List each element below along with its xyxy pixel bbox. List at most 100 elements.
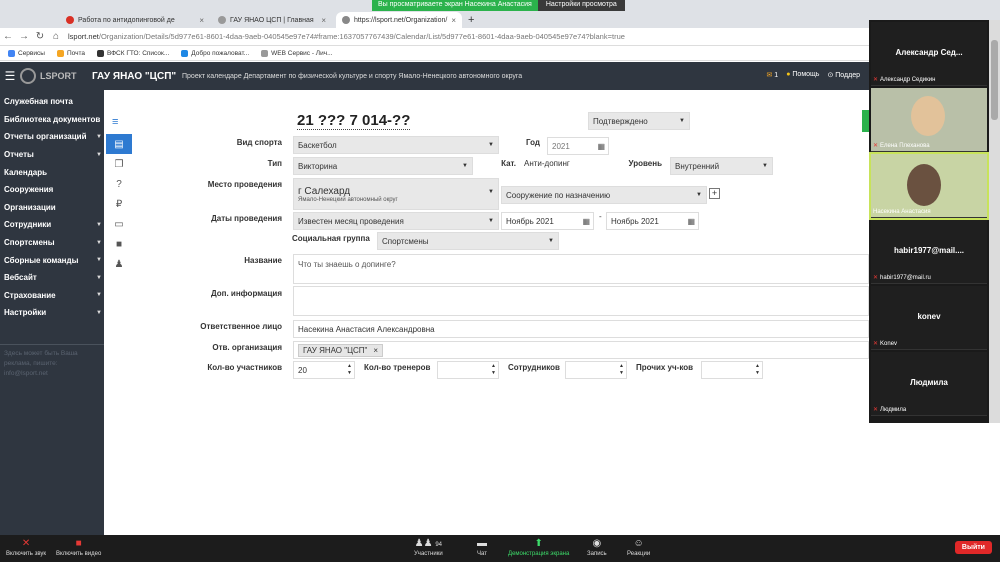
sidebar-item[interactable]: Библиотека документов bbox=[0, 111, 104, 129]
bookmark-services[interactable]: Сервисы bbox=[8, 49, 45, 57]
others-count-stepper[interactable]: ▲ ▼ bbox=[701, 361, 763, 379]
question-icon[interactable]: ? bbox=[106, 174, 132, 194]
scrollbar-thumb[interactable] bbox=[991, 40, 998, 120]
sidebar-item[interactable]: Страхование ▼ bbox=[0, 287, 104, 305]
browser-tab[interactable]: ГАУ ЯНАО ЦСП | Главная × bbox=[212, 12, 332, 28]
copy-icon[interactable]: ❐ bbox=[106, 154, 132, 174]
home-icon[interactable]: ⌂ bbox=[48, 31, 64, 42]
bookmark-welcome[interactable]: Добро пожаловат... bbox=[181, 49, 249, 57]
start-video-button[interactable]: ■ Включить видео bbox=[56, 538, 101, 557]
share-banner: Вы просматриваете экран Насекина Анастас… bbox=[372, 0, 625, 11]
close-tab-icon[interactable]: × bbox=[199, 16, 204, 25]
participant-tile[interactable]: Александр Сед... ✕ Александр Седикин bbox=[871, 22, 987, 86]
remove-tag-icon[interactable]: × bbox=[373, 346, 378, 355]
sidebar-item[interactable]: Сотрудники ▼ bbox=[0, 216, 104, 234]
sidebar-item[interactable]: Календарь bbox=[0, 163, 104, 181]
card-icon[interactable]: ▭ bbox=[106, 214, 132, 234]
sidebar-item[interactable]: Служебная почта bbox=[0, 93, 104, 111]
participants-count-stepper[interactable]: 20 ▲ ▼ bbox=[293, 361, 355, 379]
document-icon[interactable]: ▤ bbox=[106, 134, 132, 154]
help-button[interactable]: ● Помощь bbox=[786, 71, 819, 79]
sidebar-item[interactable]: Сборные команды ▼ bbox=[0, 251, 104, 269]
stepper-arrows-icon[interactable]: ▲ ▼ bbox=[491, 363, 496, 377]
muted-mic-icon: ✕ bbox=[21, 538, 31, 549]
stepper-arrows-icon[interactable]: ▲ ▼ bbox=[347, 363, 352, 377]
sport-select[interactable]: Баскетбол ▼ bbox=[293, 136, 499, 154]
video-icon[interactable]: ■ bbox=[106, 234, 132, 254]
sidebar-item[interactable]: Отчеты ▼ bbox=[0, 146, 104, 164]
new-tab-button[interactable]: + bbox=[462, 12, 478, 28]
view-options-button[interactable]: Настройки просмотра bbox=[537, 0, 625, 11]
place-select[interactable]: г Салехард Ямало-Ненецкий автономный окр… bbox=[293, 178, 499, 210]
mail-button[interactable]: ✉ 1 bbox=[766, 71, 778, 79]
responsible-person-field[interactable]: Насекина Анастасия Александровна bbox=[293, 320, 869, 338]
reload-icon[interactable]: ↻ bbox=[32, 31, 48, 42]
url-field[interactable]: lsport.net/Organization/Details/5d977e61… bbox=[68, 32, 625, 41]
year-field[interactable]: 2021 ▦ bbox=[547, 137, 609, 155]
leave-button[interactable]: Выйти bbox=[954, 541, 992, 554]
name-label: Название bbox=[244, 256, 282, 265]
sidebar-item[interactable]: Отчеты организаций ▼ bbox=[0, 128, 104, 146]
sidebar-item[interactable]: Вебсайт ▼ bbox=[0, 269, 104, 287]
level-select[interactable]: Внутренний ▼ bbox=[670, 157, 773, 175]
participant-tile[interactable]: konev ✕ Konev bbox=[871, 286, 987, 350]
responsible-org-field[interactable]: ГАУ ЯНАО "ЦСП" × bbox=[293, 341, 869, 359]
status-select[interactable]: Подтверждено ▼ bbox=[588, 112, 690, 130]
calendar-icon[interactable]: ▦ bbox=[687, 217, 695, 226]
extra-info-textarea[interactable] bbox=[293, 286, 869, 316]
participant-video-tile[interactable]: ✕ Елена Плеханова bbox=[871, 88, 987, 152]
reactions-button[interactable]: ☺ Реакции bbox=[627, 538, 650, 557]
participants-button[interactable]: ♟♟ 94 Участники bbox=[414, 538, 443, 557]
participant-tile[interactable]: habir1977@mail.... ✕ habir1977@mail.ru bbox=[871, 220, 987, 284]
close-tab-icon[interactable]: × bbox=[451, 16, 456, 25]
close-tab-icon[interactable]: × bbox=[321, 16, 326, 25]
add-facility-button[interactable]: + bbox=[709, 188, 720, 199]
bookmark-gto[interactable]: ВФСК ГТО: Список... bbox=[97, 49, 169, 57]
stepper-arrows-icon[interactable]: ▲ ▼ bbox=[619, 363, 624, 377]
browser-tab-active[interactable]: https://lsport.net/Organization/× bbox=[336, 12, 462, 28]
participant-video-tile-active[interactable]: Насекина Анастасия bbox=[869, 152, 989, 220]
user-settings-icon[interactable]: ♟ bbox=[106, 254, 132, 274]
logo[interactable]: LSPORT bbox=[20, 68, 92, 84]
sidebar-item[interactable]: Сооружения bbox=[0, 181, 104, 199]
sidebar-item[interactable]: Настройки ▼ bbox=[0, 304, 104, 322]
support-button[interactable]: ⊙ Поддер bbox=[827, 71, 860, 79]
share-screen-button[interactable]: ⬆ Демонстрация экрана bbox=[508, 538, 569, 557]
bookmark-mail[interactable]: Почта bbox=[56, 49, 85, 57]
type-select[interactable]: Викторина ▼ bbox=[293, 157, 473, 175]
participant-name: Людмила bbox=[910, 378, 948, 387]
sidebar-item[interactable]: Организации bbox=[0, 199, 104, 217]
trainers-count-label: Кол-во тренеров bbox=[364, 363, 431, 372]
back-icon[interactable]: ← bbox=[0, 31, 16, 42]
bookmark-web-service[interactable]: WEB Сервис - Лич... bbox=[261, 49, 333, 57]
chat-button[interactable]: ▬ Чат bbox=[477, 538, 487, 557]
record-button[interactable]: ◉ Запись bbox=[587, 538, 607, 557]
video-off-icon: ■ bbox=[75, 538, 82, 549]
menu-icon[interactable]: ☰ bbox=[0, 69, 20, 83]
forward-icon[interactable]: → bbox=[16, 31, 32, 42]
chevron-down-icon: ▼ bbox=[96, 221, 102, 228]
facility-select[interactable]: Сооружение по назначению ▼ bbox=[501, 186, 707, 204]
gto-icon bbox=[97, 49, 104, 57]
sidebar-item[interactable]: Спортсмены ▼ bbox=[0, 234, 104, 252]
social-group-select[interactable]: Спортсмены ▼ bbox=[377, 232, 559, 250]
calendar-icon[interactable]: ▦ bbox=[597, 142, 605, 151]
date-to-field[interactable]: Ноябрь 2021 ▦ bbox=[606, 212, 699, 230]
org-name[interactable]: ГАУ ЯНАО "ЦСП" bbox=[92, 71, 182, 82]
dates-mode-select[interactable]: Известен месяц проведения ▼ bbox=[293, 212, 499, 230]
logo-icon bbox=[20, 68, 36, 84]
browser-tab[interactable]: Работа по антидопинговой де × bbox=[60, 12, 210, 28]
trainers-count-stepper[interactable]: ▲ ▼ bbox=[437, 361, 499, 379]
org-tag: ГАУ ЯНАО "ЦСП" × bbox=[298, 343, 384, 357]
ruble-icon[interactable]: ₽ bbox=[106, 194, 132, 214]
participant-tile[interactable]: Людмила ✕ Людмила bbox=[871, 352, 987, 416]
unmute-button[interactable]: ✕ Включить звук bbox=[6, 538, 46, 557]
name-textarea[interactable]: Что ты знаешь о допинге? bbox=[293, 254, 869, 284]
chat-icon: ▬ bbox=[477, 538, 487, 549]
staff-count-stepper[interactable]: ▲ ▼ bbox=[565, 361, 627, 379]
date-from-field[interactable]: Ноябрь 2021 ▦ bbox=[501, 212, 594, 230]
rail-menu-icon[interactable]: ≡ bbox=[112, 116, 118, 128]
panel-scrollbar[interactable] bbox=[989, 20, 1000, 423]
stepper-arrows-icon[interactable]: ▲ ▼ bbox=[755, 363, 760, 377]
calendar-icon[interactable]: ▦ bbox=[582, 217, 590, 226]
